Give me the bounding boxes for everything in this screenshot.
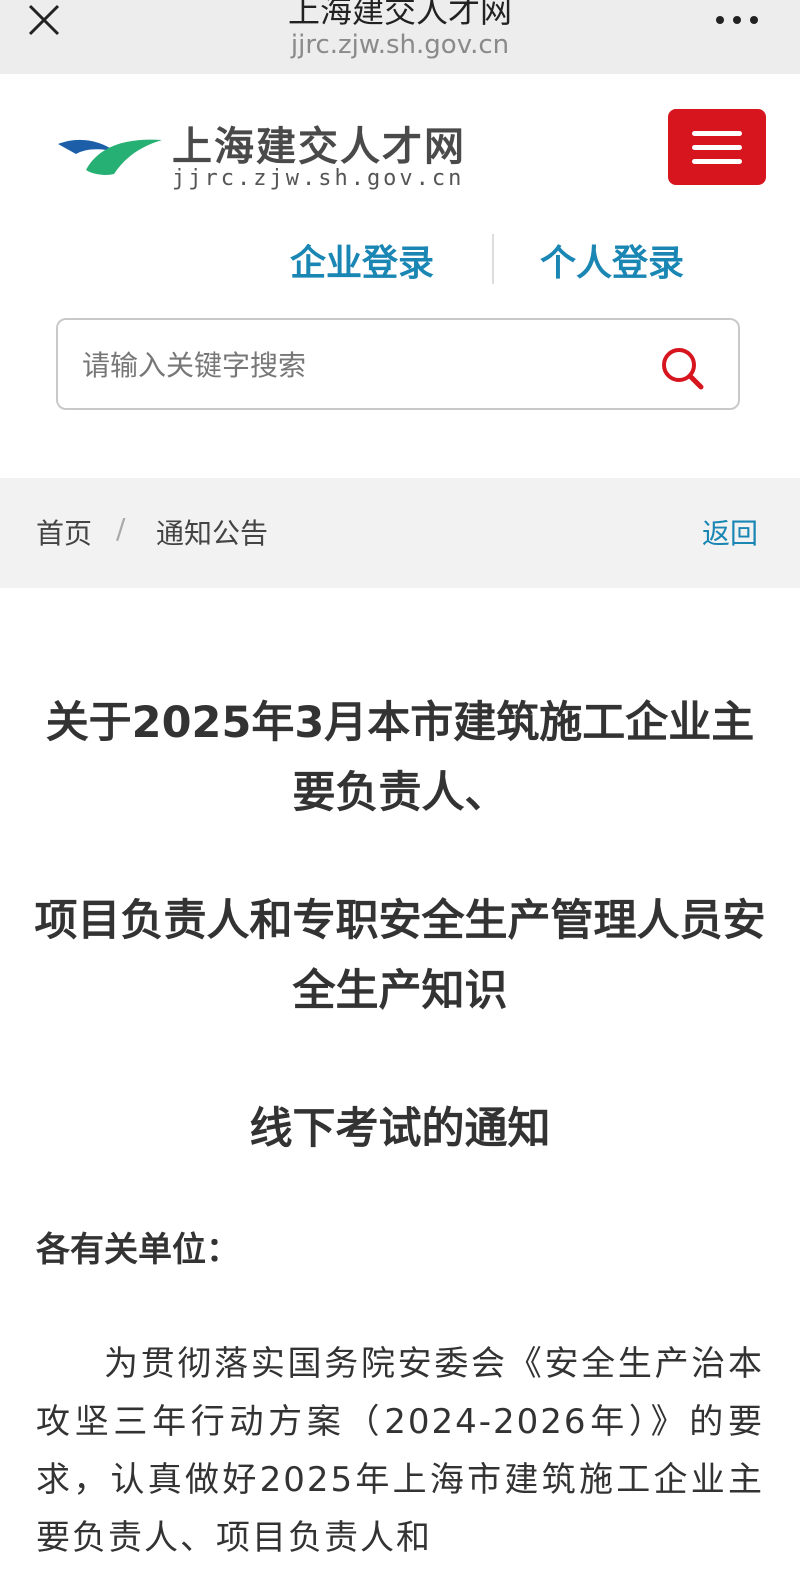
article-salutation: 各有关单位： xyxy=(36,1230,240,1270)
article-title-line: 关于2025年3月本市建筑施工企业主要负责人、 xyxy=(45,698,755,818)
article-title-line: 项目负责人和专职安全生产管理人员安全生产知识 xyxy=(34,896,766,1016)
menu-icon-bar xyxy=(692,145,742,150)
back-link[interactable]: 返回 xyxy=(702,512,758,552)
browser-top-bar: 上海建交人才网 jjrc.zjw.sh.gov.cn xyxy=(0,0,800,74)
search-icon[interactable] xyxy=(660,346,704,390)
site-header: 上海建交人才网 jjrc.zjw.sh.gov.cn 企业登录 个人登录 xyxy=(0,74,800,476)
article-title-line: 线下考试的通知 xyxy=(249,1104,551,1154)
corporate-login-link[interactable]: 企业登录 xyxy=(290,234,434,286)
menu-icon-bar xyxy=(692,131,742,136)
breadcrumb-home[interactable]: 首页 xyxy=(36,512,92,552)
breadcrumb-current: 通知公告 xyxy=(156,517,269,550)
site-name: 上海建交人才网 xyxy=(172,124,466,170)
breadcrumb-separator: / xyxy=(116,512,126,545)
more-icon[interactable] xyxy=(714,4,760,28)
menu-button[interactable] xyxy=(668,109,766,185)
site-logo-icon[interactable] xyxy=(56,130,164,178)
browser-url: jjrc.zjw.sh.gov.cn xyxy=(290,30,510,60)
article-paragraph: 为贯彻落实国务院安委会《安全生产治本攻坚三年行动方案（2024-2026年）》的… xyxy=(36,1344,764,1558)
personal-login-link[interactable]: 个人登录 xyxy=(540,234,684,286)
search-box xyxy=(56,318,740,410)
browser-page-title: 上海建交人才网 xyxy=(287,0,512,30)
login-divider xyxy=(492,234,494,284)
breadcrumb: 首页 / 通知公告 返回 xyxy=(0,478,800,588)
search-input[interactable] xyxy=(80,340,644,390)
site-url: jjrc.zjw.sh.gov.cn xyxy=(172,166,465,191)
menu-icon-bar xyxy=(692,159,742,164)
